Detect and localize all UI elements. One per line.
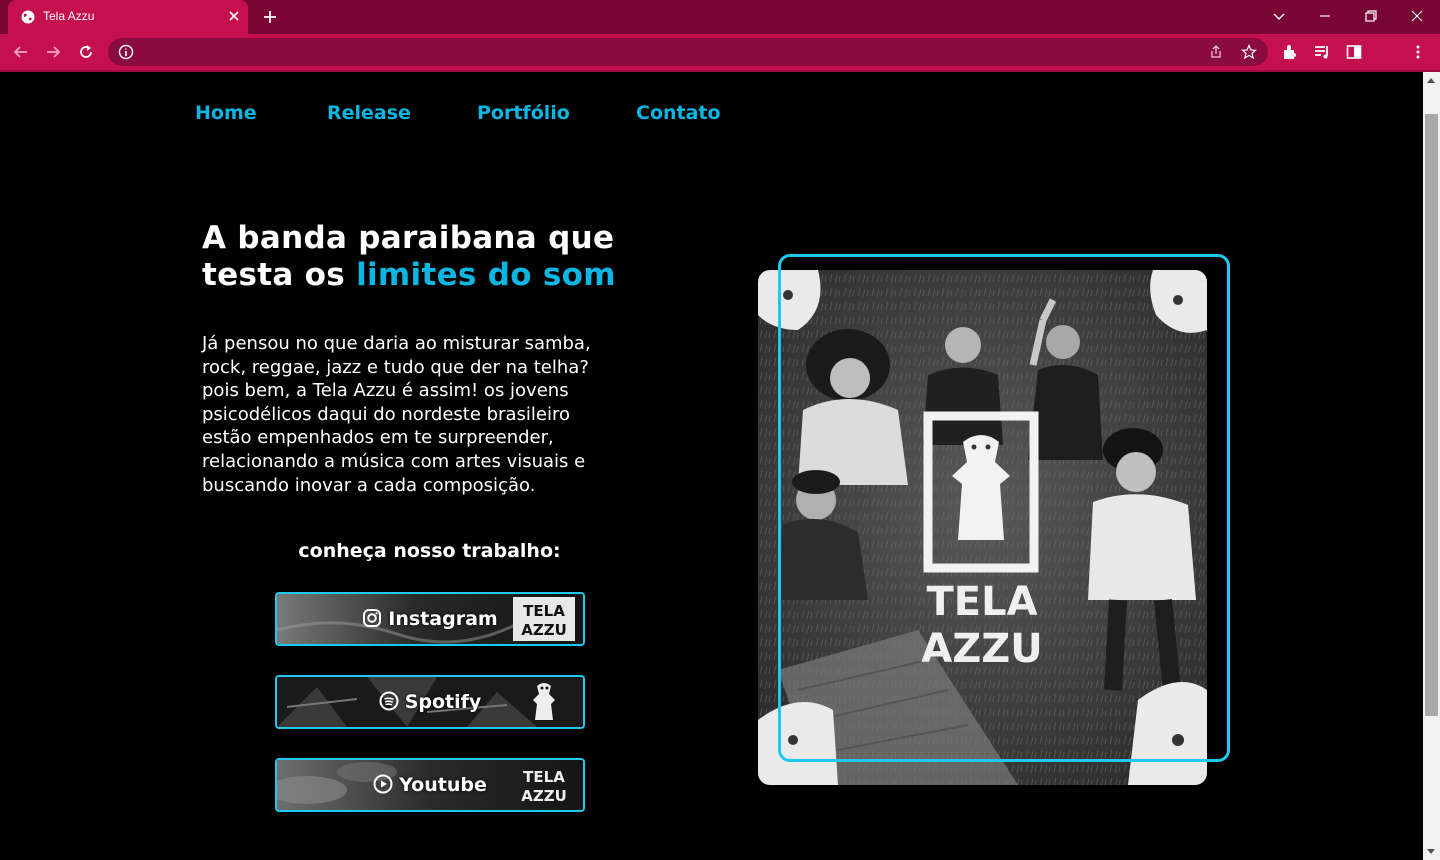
new-tab-icon[interactable] <box>262 9 278 25</box>
minimize-icon[interactable] <box>1317 8 1333 24</box>
spotify-label: Spotify <box>404 691 482 713</box>
side-panel-icon[interactable] <box>1345 43 1363 61</box>
browser-menu-icon[interactable] <box>1409 43 1427 61</box>
hero-paragraph-line: relacionando a música com artes visuais … <box>202 450 586 472</box>
youtube-label: Youtube <box>399 774 487 796</box>
scroll-down-arrow-icon[interactable] <box>1427 849 1435 854</box>
hero-paragraph-line: rock, reggae, jazz e tudo que der na tel… <box>202 356 589 378</box>
tab-title: Tela Azzu <box>43 9 95 23</box>
scrollbar-thumb[interactable] <box>1425 114 1438 716</box>
spotify-label-wrap: Spotify <box>277 691 583 713</box>
youtube-label-wrap: Youtube <box>277 774 583 796</box>
scroll-up-arrow-icon[interactable] <box>1427 78 1435 83</box>
cta-heading: conheça nosso trabalho: <box>298 540 561 562</box>
nav-release[interactable]: Release <box>327 102 411 124</box>
hero-paragraph-line: estão empenhados em te surpreender, <box>202 427 554 449</box>
instagram-label-wrap: Instagram <box>277 608 583 630</box>
hero-title-line2: testa os <box>202 257 357 293</box>
nav-contato[interactable]: Contato <box>636 102 721 124</box>
hero-paragraph-line: Já pensou no que daria ao misturar samba… <box>202 333 591 354</box>
extensions-icon[interactable] <box>1281 43 1299 61</box>
spotify-icon <box>379 691 399 711</box>
instagram-label: Instagram <box>388 608 498 630</box>
hero-title-line1: A banda paraibana que <box>202 220 615 256</box>
hero-paragraph-line: buscando inovar a cada composição. <box>202 474 536 496</box>
browser-toolbar <box>0 34 1440 70</box>
share-icon[interactable] <box>1208 44 1224 60</box>
hero-paragraph-line: pois bem, a Tela Azzu é assim! os jovens <box>202 380 569 402</box>
browser-tab[interactable]: Tela Azzu <box>8 0 248 34</box>
globe-icon <box>21 10 35 24</box>
page-scrollbar[interactable] <box>1423 72 1440 860</box>
hero-paragraph-line: psicodélicos daqui do nordeste brasileir… <box>202 403 570 425</box>
tab-search-icon[interactable] <box>1271 8 1287 24</box>
close-window-icon[interactable] <box>1409 8 1425 24</box>
photo-frame <box>778 254 1230 762</box>
spotify-button[interactable]: Spotify <box>275 675 585 729</box>
instagram-button[interactable]: TELA AZZU Instagram <box>275 592 585 646</box>
youtube-button[interactable]: TELA AZZU Youtube <box>275 758 585 812</box>
reload-icon[interactable] <box>77 43 95 61</box>
site-info-icon[interactable] <box>118 44 134 60</box>
address-bar[interactable] <box>108 38 1268 66</box>
restore-icon[interactable] <box>1363 8 1379 24</box>
nav-portfolio[interactable]: Portfólio <box>477 102 570 124</box>
hero-title: A banda paraibana que testa os limites d… <box>202 220 682 294</box>
instagram-icon <box>363 609 382 627</box>
browser-tab-strip: Tela Azzu <box>0 0 1440 34</box>
page-content: Home Release Portfólio Contato A banda p… <box>0 72 1423 860</box>
forward-icon[interactable] <box>44 43 62 61</box>
hero-paragraph: Já pensou no que daria ao misturar samba… <box>202 332 642 497</box>
youtube-icon <box>373 774 393 794</box>
media-control-icon[interactable] <box>1313 43 1331 61</box>
nav-home[interactable]: Home <box>195 102 257 124</box>
bookmark-star-icon[interactable] <box>1241 44 1257 60</box>
back-icon[interactable] <box>12 43 30 61</box>
hero-title-accent: limites do som <box>356 257 616 293</box>
close-tab-icon[interactable] <box>227 9 241 23</box>
